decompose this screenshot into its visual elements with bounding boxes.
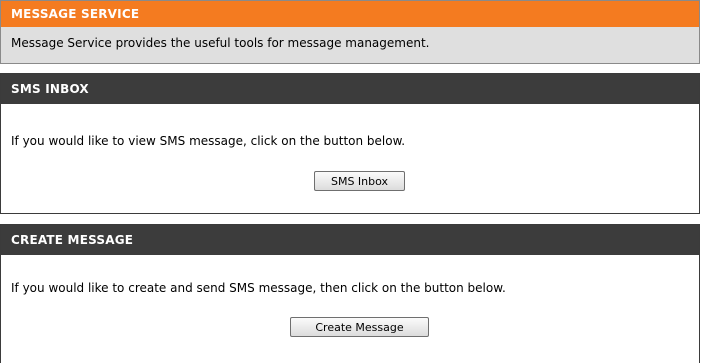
sms-inbox-header: SMS INBOX xyxy=(1,74,699,104)
sms-inbox-button[interactable]: SMS Inbox xyxy=(314,171,405,191)
message-service-description: Message Service provides the useful tool… xyxy=(11,36,430,50)
create-message-button[interactable]: Create Message xyxy=(290,317,429,337)
create-message-description: If you would like to create and send SMS… xyxy=(11,281,506,295)
sms-inbox-panel: SMS INBOX If you would like to view SMS … xyxy=(0,73,700,214)
message-service-header: MESSAGE SERVICE xyxy=(1,1,699,27)
create-message-header: CREATE MESSAGE xyxy=(1,225,699,255)
message-service-panel: MESSAGE SERVICE Message Service provides… xyxy=(0,0,700,64)
create-message-panel: CREATE MESSAGE If you would like to crea… xyxy=(0,224,700,363)
sms-inbox-description: If you would like to view SMS message, c… xyxy=(11,134,406,148)
